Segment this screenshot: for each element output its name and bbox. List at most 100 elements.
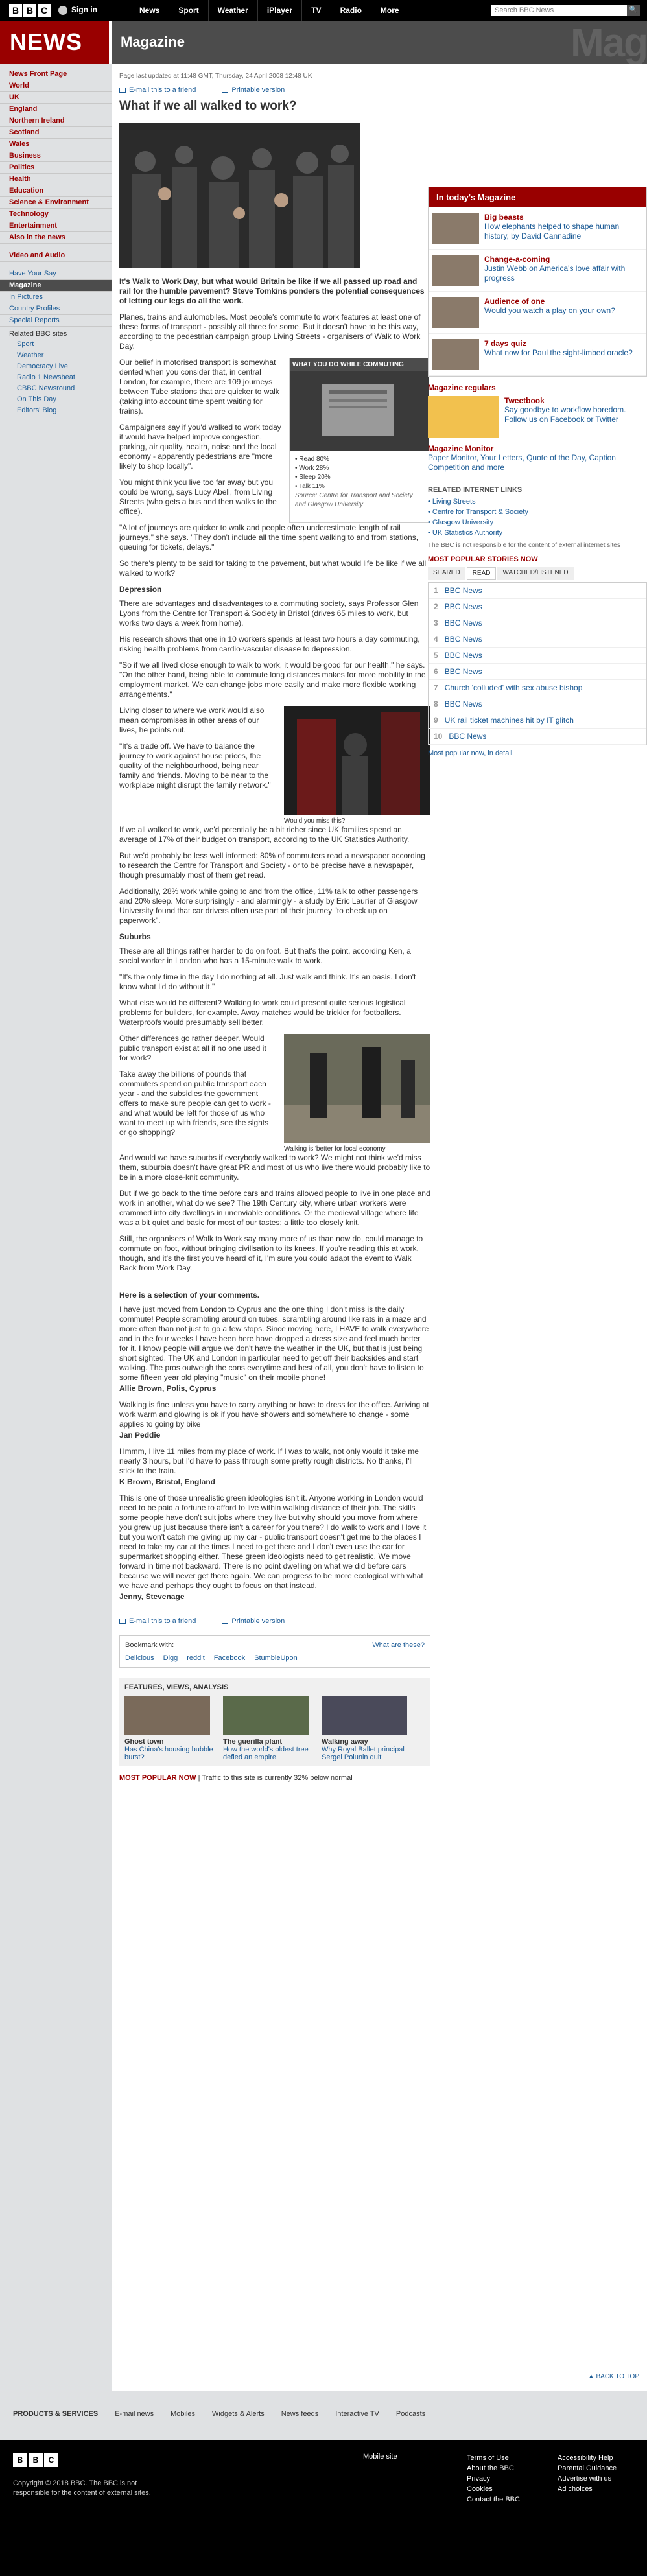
search-input[interactable]: [491, 5, 627, 16]
related-editors-blog[interactable]: Editors' Blog: [0, 405, 112, 416]
bookmark-facebook[interactable]: Facebook: [214, 1654, 245, 1662]
nav-tv[interactable]: TV: [301, 0, 330, 21]
popular-item[interactable]: 9 UK rail ticket machines hit by IT glitc…: [429, 712, 646, 729]
tab-read[interactable]: READ: [466, 567, 497, 580]
monitor-promo[interactable]: Magazine Monitor Paper Monitor, Your Lett…: [428, 444, 647, 473]
popular-item[interactable]: 4 BBC News: [429, 631, 646, 648]
related-weather[interactable]: Weather: [0, 350, 112, 361]
link-living-streets[interactable]: • Living Streets: [428, 497, 647, 507]
link-centre-transport[interactable]: • Centre for Transport & Society: [428, 507, 647, 517]
popular-item[interactable]: 2 BBC News: [429, 599, 646, 615]
print-link-bottom[interactable]: Printable version: [222, 1617, 285, 1625]
footer-contact[interactable]: Contact the BBC: [467, 2494, 520, 2505]
nav-in-pictures[interactable]: In Pictures: [0, 292, 112, 303]
internet-links: • Living Streets • Centre for Transport …: [428, 497, 647, 538]
email-link[interactable]: E-mail this to a friend: [119, 86, 196, 94]
nav-world[interactable]: World: [0, 80, 112, 92]
popular-item[interactable]: 7 Church 'colluded' with sex abuse bishop: [429, 680, 646, 696]
nav-sport[interactable]: Sport: [169, 0, 207, 21]
footer-email-news[interactable]: E-mail news: [115, 2410, 154, 2418]
related-sport[interactable]: Sport: [0, 339, 112, 350]
footer-bbc-logo[interactable]: B B C: [13, 2453, 58, 2467]
news-logo[interactable]: NEWS: [10, 29, 82, 56]
nav-news[interactable]: News: [130, 0, 169, 21]
most-popular-now-link[interactable]: MOST POPULAR NOW: [119, 1774, 196, 1782]
email-link-bottom[interactable]: E-mail this to a friend: [119, 1617, 196, 1625]
nav-special-reports[interactable]: Special Reports: [0, 315, 112, 327]
popular-item[interactable]: 1 BBC News: [429, 583, 646, 599]
bookmark-stumbleupon[interactable]: StumbleUpon: [254, 1654, 298, 1662]
nav-technology[interactable]: Technology: [0, 209, 112, 220]
today-item[interactable]: 7 days quiz What now for Paul the sight-l…: [429, 334, 646, 376]
popular-item[interactable]: 8 BBC News: [429, 696, 646, 712]
search-icon[interactable]: 🔍: [627, 5, 640, 16]
footer-widgets[interactable]: Widgets & Alerts: [212, 2410, 265, 2418]
nav-also-in-news[interactable]: Also in the news: [0, 232, 112, 244]
footer-parental[interactable]: Parental Guidance: [558, 2463, 617, 2474]
nav-business[interactable]: Business: [0, 150, 112, 162]
nav-uk[interactable]: UK: [0, 92, 112, 104]
nav-have-your-say[interactable]: Have Your Say: [0, 268, 112, 280]
nav-iplayer[interactable]: iPlayer: [257, 0, 301, 21]
footer-terms[interactable]: Terms of Use: [467, 2453, 520, 2463]
feature-item[interactable]: Walking away Why Royal Ballet principal S…: [322, 1696, 412, 1761]
today-item[interactable]: Change-a-coming Justin Webb on America's …: [429, 250, 646, 292]
bookmark-reddit[interactable]: reddit: [187, 1654, 205, 1662]
print-link[interactable]: Printable version: [222, 86, 285, 94]
footer-mobile-site[interactable]: Mobile site: [363, 2453, 397, 2461]
most-popular-detail-link[interactable]: Most popular now, in detail: [428, 749, 647, 757]
nav-entertainment[interactable]: Entertainment: [0, 220, 112, 232]
what-are-these-link[interactable]: What are these?: [372, 1641, 425, 1649]
nav-weather[interactable]: Weather: [207, 0, 257, 21]
nav-radio[interactable]: Radio: [330, 0, 371, 21]
footer-accessibility[interactable]: Accessibility Help: [558, 2453, 617, 2463]
nav-video-audio[interactable]: Video and Audio: [0, 250, 112, 262]
nav-education[interactable]: Education: [0, 185, 112, 197]
footer-privacy[interactable]: Privacy: [467, 2474, 520, 2484]
link-uk-statistics[interactable]: • UK Statistics Authority: [428, 528, 647, 538]
related-on-this-day[interactable]: On This Day: [0, 394, 112, 405]
link-glasgow-university[interactable]: • Glasgow University: [428, 517, 647, 528]
popular-item[interactable]: 6 BBC News: [429, 664, 646, 680]
nav-northern-ireland[interactable]: Northern Ireland: [0, 115, 112, 127]
footer-advertise[interactable]: Advertise with us: [558, 2474, 617, 2484]
tweetbook-promo[interactable]: Tweetbook Say goodbye to workflow boredom…: [428, 396, 647, 438]
related-newsbeat[interactable]: Radio 1 Newsbeat: [0, 372, 112, 383]
bookmark-delicious[interactable]: Delicious: [125, 1654, 154, 1662]
footer-about[interactable]: About the BBC: [467, 2463, 520, 2474]
footer-podcasts[interactable]: Podcasts: [396, 2410, 425, 2418]
popular-item[interactable]: 3 BBC News: [429, 615, 646, 631]
nav-health[interactable]: Health: [0, 174, 112, 185]
popular-item[interactable]: 5 BBC News: [429, 648, 646, 664]
paragraph: But if we go back to the time before car…: [119, 1189, 430, 1227]
nav-scotland[interactable]: Scotland: [0, 127, 112, 139]
footer-ad-choices[interactable]: Ad choices: [558, 2484, 617, 2494]
bbc-logo[interactable]: BBC: [9, 4, 51, 17]
today-item[interactable]: Audience of one Would you watch a play on…: [429, 292, 646, 334]
footer-mobiles[interactable]: Mobiles: [171, 2410, 195, 2418]
tab-shared[interactable]: SHARED: [428, 567, 465, 580]
bookmark-digg[interactable]: Digg: [163, 1654, 178, 1662]
related-newsround[interactable]: CBBC Newsround: [0, 383, 112, 394]
related-democracy-live[interactable]: Democracy Live: [0, 361, 112, 372]
nav-more[interactable]: More: [370, 0, 408, 21]
nav-magazine[interactable]: Magazine: [0, 280, 112, 292]
footer-cookies[interactable]: Cookies: [467, 2484, 520, 2494]
tab-watched[interactable]: WATCHED/LISTENED: [497, 567, 574, 580]
sign-in-link[interactable]: Sign in: [58, 5, 97, 15]
nav-country-profiles[interactable]: Country Profiles: [0, 303, 112, 315]
nav-science[interactable]: Science & Environment: [0, 197, 112, 209]
fact-item: • Sleep 20%: [295, 474, 331, 481]
popular-item[interactable]: 10 BBC News: [429, 729, 646, 745]
nav-politics[interactable]: Politics: [0, 162, 112, 174]
feature-item[interactable]: Ghost town Has China's housing bubble bur…: [124, 1696, 215, 1761]
nav-england[interactable]: England: [0, 104, 112, 115]
today-item[interactable]: Big beasts How elephants helped to shape …: [429, 207, 646, 250]
back-to-top-link[interactable]: ▲ BACK TO TOP: [588, 2373, 639, 2380]
nav-wales[interactable]: Wales: [0, 139, 112, 150]
nav-front-page[interactable]: News Front Page: [0, 69, 112, 80]
comment: Walking is fine unless you have to carry…: [119, 1400, 429, 1429]
footer-interactive-tv[interactable]: Interactive TV: [335, 2410, 379, 2418]
footer-news-feeds[interactable]: News feeds: [281, 2410, 318, 2418]
feature-item[interactable]: The guerilla plant How the world's oldest…: [223, 1696, 314, 1761]
